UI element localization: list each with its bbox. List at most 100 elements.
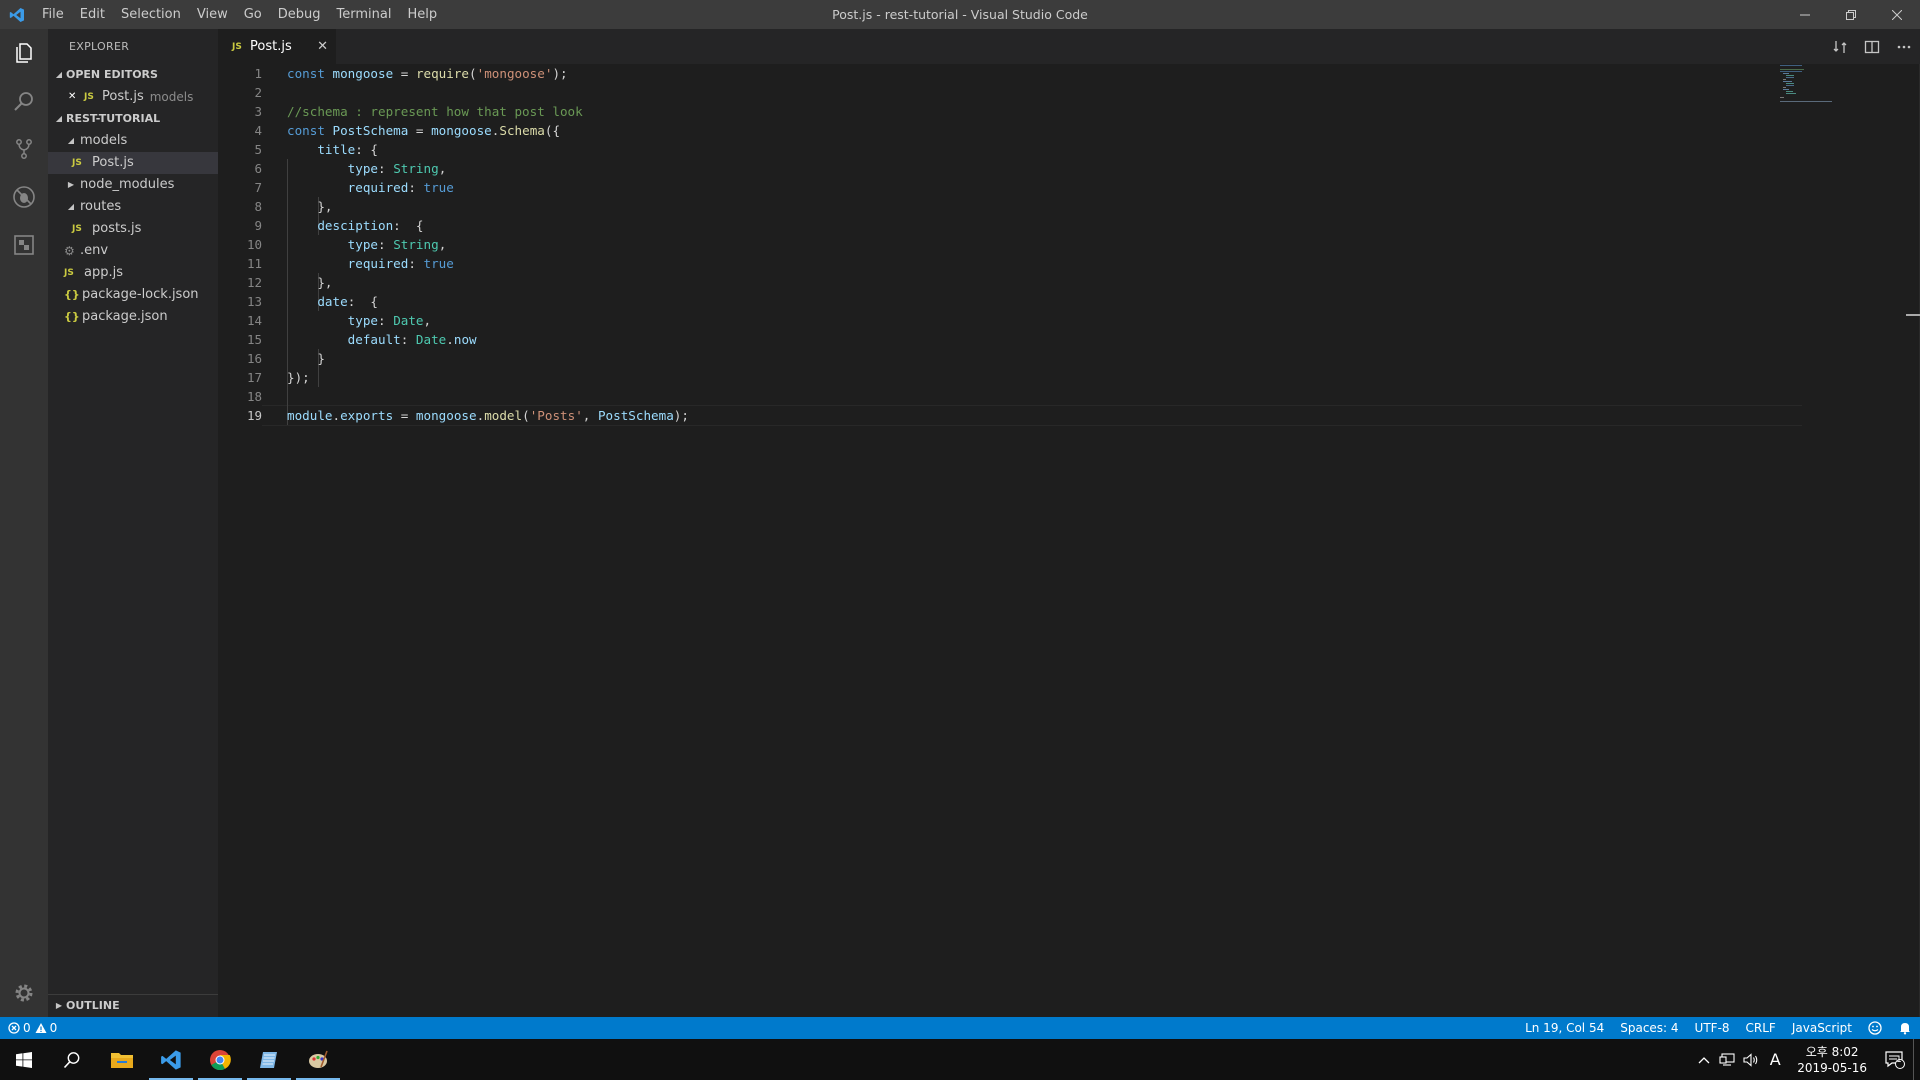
input-method-indicator[interactable]: A [1763,1039,1787,1080]
code-line: } [287,351,325,366]
extensions-button[interactable] [0,221,48,269]
close-icon[interactable]: ✕ [317,29,328,64]
vscode-taskbar-button[interactable] [147,1039,195,1080]
clock-date: 2019-05-16 [1797,1060,1867,1075]
show-hidden-icons-button[interactable] [1693,1039,1715,1080]
menu-bar: File Edit Selection View Go Debug Termin… [34,0,445,29]
menu-file[interactable]: File [34,0,72,29]
title-bar: File Edit Selection View Go Debug Termin… [0,0,1920,29]
tree-folder-models[interactable]: ◢ models [48,130,218,152]
menu-terminal[interactable]: Terminal [329,0,400,29]
code-lines[interactable]: const mongoose = require('mongoose'); //… [287,64,1787,425]
chrome-taskbar-button[interactable] [196,1039,244,1080]
tree-folder-node-modules[interactable]: ▶ node_modules [48,174,218,196]
code-editor[interactable]: 1 2 3 4 5 6 7 8 9 10 11 12 13 14 15 16 1… [218,64,1920,1017]
bell-icon [1900,1023,1910,1035]
paint-taskbar-button[interactable] [294,1039,342,1080]
code-line: required: true [347,180,454,195]
open-editors-section[interactable]: ◢ OPEN EDITORS [48,64,218,86]
search-icon [63,1051,80,1068]
minimize-button[interactable] [1782,0,1828,29]
explorer-sidebar: EXPLORER ◢ OPEN EDITORS ✕ JS Post.js mod… [48,29,218,1017]
tree-file-posts-js[interactable]: JS posts.js [48,218,218,240]
tab-post-js[interactable]: JS Post.js ✕ [218,29,336,64]
line-number: 19 [246,408,262,423]
problems-indicator[interactable]: 0 0 [0,1017,65,1039]
menu-debug[interactable]: Debug [270,0,329,29]
line-number: 3 [254,104,262,119]
eol-setting[interactable]: CRLF [1738,1017,1784,1039]
tab-bar: JS Post.js ✕ [218,29,1920,64]
open-editor-folder: models [149,90,194,104]
window-controls [1782,0,1920,29]
restore-icon [1846,9,1856,20]
error-icon [8,1022,20,1034]
feedback-button[interactable] [1860,1017,1890,1039]
file-explorer-taskbar-button[interactable] [98,1039,146,1080]
outline-label: OUTLINE [66,999,120,1012]
taskbar-search-button[interactable] [48,1039,96,1080]
menu-go[interactable]: Go [236,0,270,29]
indentation-setting[interactable]: Spaces: 4 [1612,1017,1686,1039]
line-number: 15 [246,332,262,347]
menu-selection[interactable]: Selection [113,0,189,29]
notifications-button[interactable] [1890,1017,1920,1039]
outline-section[interactable]: ▶ OUTLINE [48,994,218,1017]
show-desktop-button[interactable] [1913,1039,1920,1080]
tree-folder-routes[interactable]: ◢ routes [48,196,218,218]
more-actions-button[interactable] [1888,29,1920,64]
chevron-down-icon: ◢ [55,114,63,123]
restore-button[interactable] [1828,0,1874,29]
chrome-icon [210,1049,231,1070]
vscode-logo-icon [0,0,34,29]
line-number: 10 [246,237,262,252]
volume-button[interactable] [1739,1039,1763,1080]
tree-file-package-json[interactable]: {} package.json [48,306,218,328]
code-line: desciption: { [317,218,424,233]
line-number: 6 [254,161,262,176]
json-file-icon: {} [64,288,80,301]
close-window-button[interactable] [1874,0,1920,29]
code-line: required: true [347,256,454,271]
line-number: 12 [246,275,262,290]
start-button[interactable] [0,1039,48,1080]
menu-edit[interactable]: Edit [72,0,113,29]
search-button[interactable] [0,77,48,125]
notes-taskbar-button[interactable] [245,1039,293,1080]
open-editor-item[interactable]: ✕ JS Post.js models [48,86,218,108]
minimap[interactable] [1780,64,1840,114]
tree-file-env[interactable]: ⚙ .env [48,240,218,262]
tab-label: Post.js [250,39,292,54]
tree-file-app-js[interactable]: JS app.js [48,262,218,284]
tree-item-label: models [80,133,128,148]
language-mode[interactable]: JavaScript [1784,1017,1860,1039]
menu-help[interactable]: Help [399,0,445,29]
encoding-setting[interactable]: UTF-8 [1687,1017,1738,1039]
tree-item-label: Post.js [92,155,134,170]
tree-file-package-lock-json[interactable]: {} package-lock.json [48,284,218,306]
project-section[interactable]: ◢ REST-TUTORIAL [48,108,218,130]
debug-button[interactable] [0,173,48,221]
explorer-button[interactable] [0,29,48,77]
action-center-button[interactable]: 1 [1877,1039,1913,1080]
tree-item-label: node_modules [80,177,175,192]
taskbar-clock[interactable]: 오후 8:02 2019-05-16 [1787,1044,1877,1076]
line-number: 9 [254,218,262,233]
code-line: const mongoose = require('mongoose'); [287,66,568,81]
close-icon[interactable]: ✕ [68,86,84,108]
network-button[interactable] [1715,1039,1739,1080]
code-line: }); [287,370,310,385]
manage-button[interactable] [0,969,48,1017]
menu-view[interactable]: View [189,0,236,29]
minimap-preview [1780,65,1832,102]
code-line: //schema : represent how that post look [287,104,583,119]
editor-actions [1824,29,1920,64]
open-changes-button[interactable] [1824,29,1856,64]
tree-file-post-js[interactable]: JS Post.js [48,152,218,174]
source-control-button[interactable] [0,125,48,173]
split-editor-button[interactable] [1856,29,1888,64]
explorer-header: EXPLORER [69,40,130,53]
split-editor-icon [1864,40,1880,53]
cursor-position[interactable]: Ln 19, Col 54 [1517,1017,1612,1039]
